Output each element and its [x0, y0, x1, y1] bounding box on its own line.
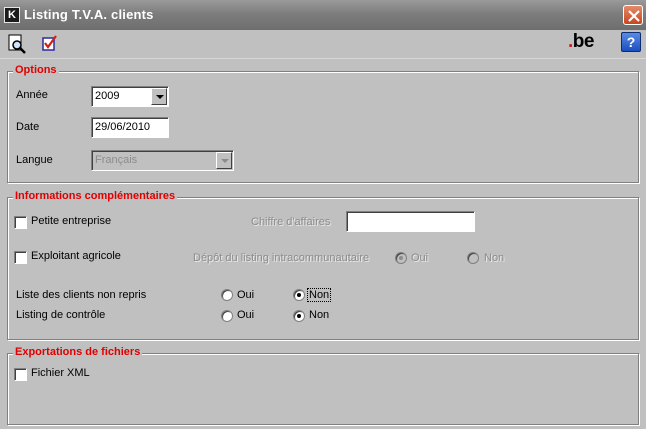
radio-selected-dot	[297, 293, 301, 297]
help-button[interactable]: ?	[621, 32, 641, 52]
date-label: Date	[16, 121, 40, 133]
chevron-down-icon[interactable]	[151, 88, 167, 105]
small-business-checkbox[interactable]	[14, 216, 27, 229]
window-title: Listing T.V.A. clients	[24, 7, 154, 22]
not-included-yes-radio[interactable]	[221, 289, 233, 301]
not-included-label: Liste des clients non repris	[16, 289, 147, 301]
radio-selected-dot	[297, 314, 301, 318]
control-label: Listing de contrôle	[16, 309, 106, 321]
xml-label: Fichier XML	[31, 367, 90, 379]
intracom-yes-radio[interactable]	[395, 252, 407, 264]
magnifier-page-icon	[8, 34, 26, 54]
options-legend: Options	[13, 64, 59, 76]
close-icon	[628, 10, 640, 22]
app-logo-icon: K	[4, 7, 20, 23]
not-included-no-label: Non	[306, 288, 332, 302]
close-button[interactable]	[623, 5, 643, 25]
not-included-yes-label: Oui	[237, 289, 255, 301]
xml-checkbox[interactable]	[14, 368, 27, 381]
year-label: Année	[16, 89, 48, 101]
toolbar	[0, 30, 646, 59]
export-group: Exportations de fichiers	[7, 346, 639, 425]
intracom-no-radio[interactable]	[467, 252, 479, 264]
radio-selected-dot	[399, 256, 403, 260]
date-input[interactable]: 29/06/2010	[91, 117, 169, 138]
title-bar: K Listing T.V.A. clients	[0, 0, 646, 30]
date-value: 29/06/2010	[95, 121, 151, 133]
belgian-be-logo: .be	[568, 31, 595, 52]
turnover-label: Chiffre d'affaires	[251, 216, 331, 228]
intracom-yes-label: Oui	[411, 252, 429, 264]
turnover-input[interactable]	[346, 211, 475, 232]
farmer-checkbox[interactable]	[14, 251, 27, 264]
export-legend: Exportations de fichiers	[13, 346, 143, 358]
year-value: 2009	[95, 90, 120, 102]
chevron-down-icon[interactable]	[216, 152, 232, 169]
language-select[interactable]: Français	[91, 150, 234, 171]
language-label: Langue	[16, 154, 53, 166]
validate-button[interactable]	[40, 33, 62, 55]
not-included-no-radio[interactable]	[293, 289, 305, 301]
farmer-label: Exploitant agricole	[31, 250, 121, 262]
small-business-label: Petite entreprise	[31, 215, 112, 227]
control-yes-label: Oui	[237, 309, 255, 321]
be-logo-text: be	[572, 31, 595, 52]
intracom-no-label: Non	[484, 252, 505, 264]
intracom-label: Dépôt du listing intracommunautaire	[193, 252, 370, 264]
year-select[interactable]: 2009	[91, 86, 169, 107]
control-yes-radio[interactable]	[221, 310, 233, 322]
language-value: Français	[95, 154, 138, 166]
control-no-label: Non	[309, 309, 330, 321]
control-no-radio[interactable]	[293, 310, 305, 322]
info-legend: Informations complémentaires	[13, 190, 178, 202]
preview-button[interactable]	[7, 33, 29, 55]
checklist-icon	[42, 35, 57, 51]
